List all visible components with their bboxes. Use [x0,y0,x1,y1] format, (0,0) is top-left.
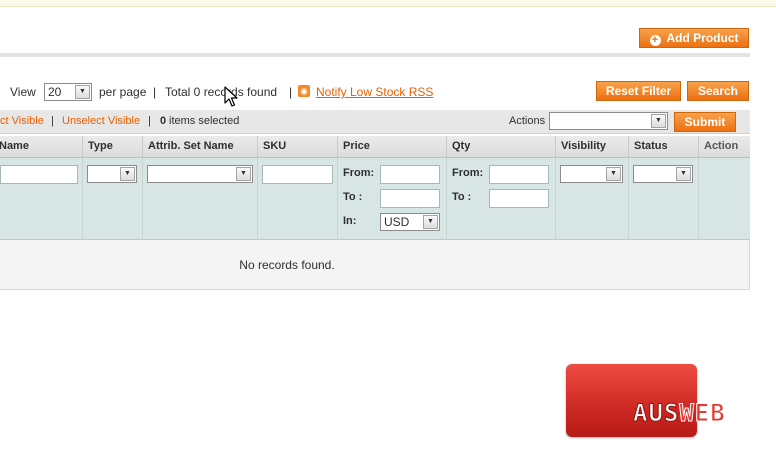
add-product-label: Add Product [666,31,739,45]
chevron-down-icon: ▼ [120,167,135,181]
reset-filter-button[interactable]: Reset Filter [596,81,681,101]
search-button[interactable]: Search [687,81,749,101]
filter-cell-action [699,158,750,240]
column-header-attrib-set-name[interactable]: Attrib. Set Name [143,136,258,158]
filter-cell-status: ▼ [629,158,699,240]
qty-from-input[interactable] [489,165,549,184]
submit-button[interactable]: Submit [674,112,736,132]
currency-select[interactable]: USD ▼ [380,213,440,231]
logo-text-right: WEB [679,399,726,428]
grid-empty-row: No records found. [0,240,750,290]
column-header-sku[interactable]: SKU [258,136,338,158]
no-records-message: No records found. [239,258,335,272]
qty-from-label: From: [452,167,484,179]
header-separator [0,53,750,57]
ausweb-logo-text: AUSWEB [632,399,726,428]
filter-cell-visibility: ▼ [556,158,629,240]
logo-text-left: AUS [632,399,680,428]
currency-value: USD [384,215,410,229]
pager-separator: | [153,85,157,99]
column-header-name[interactable]: Name [0,136,83,158]
name-filter-input[interactable] [0,165,78,184]
visibility-filter-select[interactable]: ▼ [560,165,623,183]
chevron-down-icon: ▼ [676,167,691,181]
items-selected-label: items selected [169,115,240,127]
per-page-value: 20 [48,85,62,99]
filter-cell-attrib-set: ▼ [143,158,258,240]
attrib-set-filter-select[interactable]: ▼ [147,165,253,183]
select-visible-link[interactable]: ct Visible [0,115,44,128]
grid-header-row: Name Type Attrib. Set Name SKU Price Qty… [0,136,750,158]
qty-to-input[interactable] [489,189,549,208]
top-notice-strip [0,0,776,7]
column-header-action: Action [704,140,739,152]
qty-to-label: To : [452,191,472,203]
status-filter-select[interactable]: ▼ [633,165,693,183]
rss-icon: ◉ [298,85,310,97]
per-page-select[interactable]: 20 ▼ [44,83,92,101]
plus-circle-icon: + [649,35,661,46]
column-header-price[interactable]: Price [338,136,447,158]
price-to-label: To : [343,191,363,203]
price-from-label: From: [343,167,375,179]
unselect-visible-link[interactable]: Unselect Visible [62,115,140,128]
massaction-separator: | [51,115,54,127]
filter-cell-name [0,158,83,240]
price-currency-label: In: [343,215,357,227]
chevron-down-icon: ▼ [423,215,438,229]
pager-separator-2: | [289,85,293,99]
chevron-down-icon: ▼ [606,167,621,181]
actions-label: Actions [509,115,546,127]
filter-cell-qty: From: To : [447,158,556,240]
column-header-type[interactable]: Type [83,136,143,158]
per-page-label: per page [99,85,147,99]
column-header-qty[interactable]: Qty [447,136,556,158]
selected-count: 0 [160,115,167,127]
column-header-visibility[interactable]: Visibility [556,136,629,158]
grid-filter-row: ▼ ▼ From: To : In: USD ▼ From: To : ▼ ▼ [0,158,750,240]
mouse-cursor-icon [224,86,238,107]
notify-low-stock-rss-link[interactable]: Notify Low Stock RSS [316,84,433,100]
sku-filter-input[interactable] [262,165,333,184]
type-filter-select[interactable]: ▼ [87,165,137,183]
actions-select[interactable]: ▼ [549,112,668,130]
add-product-button[interactable]: + Add Product [639,28,749,48]
chevron-down-icon: ▼ [75,85,90,99]
filter-cell-type: ▼ [83,158,143,240]
column-header-status[interactable]: Status [629,136,699,158]
price-to-input[interactable] [380,189,440,208]
records-found: Total 0 records found [165,85,278,99]
price-from-input[interactable] [380,165,440,184]
chevron-down-icon: ▼ [651,114,666,128]
filter-cell-price: From: To : In: USD ▼ [338,158,447,240]
massaction-separator-2: | [148,115,151,127]
view-label: View [10,85,36,99]
chevron-down-icon: ▼ [236,167,251,181]
filter-cell-sku [258,158,338,240]
